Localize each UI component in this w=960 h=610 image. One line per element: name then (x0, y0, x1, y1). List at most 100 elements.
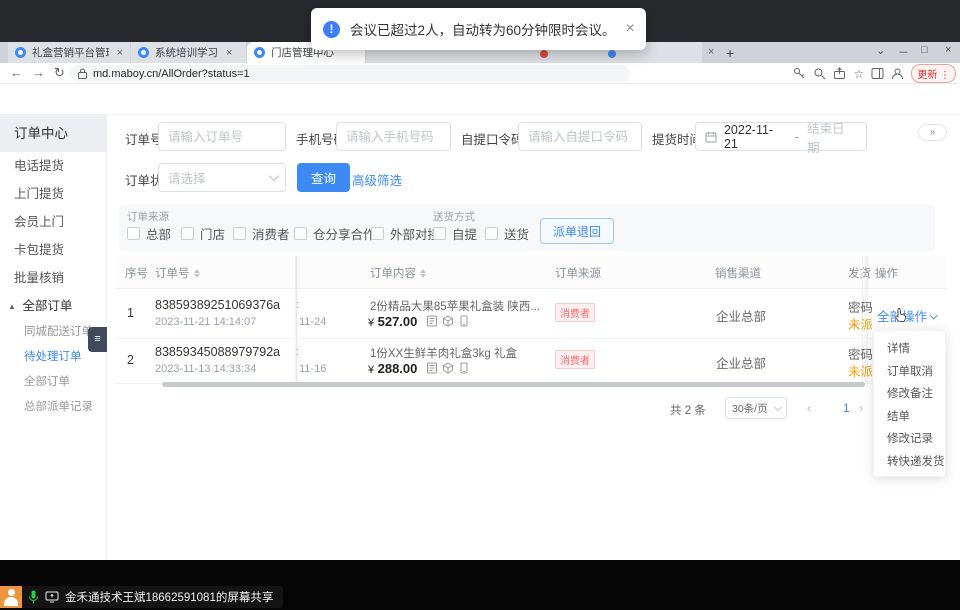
col-index: 序号 (125, 265, 148, 281)
group-collapse-arrow-icon: ▲ (8, 293, 16, 321)
all-actions-dropdown[interactable]: 全部操作 (877, 306, 936, 325)
side-panel-icon[interactable] (871, 67, 884, 80)
advanced-filter-link[interactable]: 高级筛选 (352, 170, 402, 189)
checkbox-icon[interactable] (127, 227, 140, 240)
cell-index: 1 (127, 306, 134, 320)
phone-input[interactable] (336, 122, 451, 151)
bookmark-star-icon[interactable]: ☆ (853, 67, 864, 81)
actions-dropdown-menu: 详情 订单取消 修改备注 结单 修改记录 转快递发货 (873, 330, 946, 477)
lock-icon (78, 68, 87, 79)
phone-icon[interactable] (458, 362, 470, 374)
receipt-icon[interactable] (426, 315, 438, 327)
window-menu-icon[interactable]: ⌄ (876, 44, 885, 57)
browser-tab-1[interactable]: 礼盒营销平台管理中心 × (8, 42, 130, 63)
checkbox-icon[interactable] (371, 227, 384, 240)
menu-item-edit-remark[interactable]: 修改备注 (874, 383, 945, 406)
chrome-update-button[interactable]: 更新 ⋮ (911, 64, 956, 83)
phone-icon[interactable] (458, 315, 470, 327)
sidebar-item-all-orders[interactable]: 全部订单 (0, 370, 106, 395)
url-text: md.maboy.cn/AllOrder?status=1 (93, 68, 250, 80)
sidebar: 订单中心 电话提货 上门提货 会员上门 卡包提货 批量核销 ▲ 全部订单 同城配… (0, 115, 107, 560)
checkbox-icon[interactable] (181, 227, 194, 240)
sidebar-item-member-visit[interactable]: 会员上门 (0, 208, 106, 236)
sidebar-item-door-pickup[interactable]: 上门提货 (0, 180, 106, 208)
pickup-code-input[interactable] (518, 122, 642, 151)
tab-favicon-dot (608, 50, 616, 58)
menu-item-cancel-order[interactable]: 订单取消 (874, 361, 945, 384)
checkbox-icon[interactable] (294, 227, 307, 240)
sidebar-item-phone-pickup[interactable]: 电话提货 (0, 152, 106, 180)
tab-close-icon[interactable]: × (117, 47, 123, 59)
col-order-no[interactable]: 订单号 (155, 265, 200, 281)
sidebar-item-cardbag-pickup[interactable]: 卡包提货 (0, 236, 106, 264)
filter-checkbox-panel: 订单来源 总部 门店 消费者 仓分享合作 外部对接 送货方式 自提 送货 派单退… (119, 205, 935, 251)
checkbox-store[interactable]: 门店 (181, 224, 225, 243)
search-button[interactable]: 查询 (297, 163, 350, 192)
window-minimize-button[interactable]: － (898, 44, 909, 60)
browser-tab-2[interactable]: 系统培训学习 × (131, 42, 246, 63)
order-status-select[interactable]: 请选择 (158, 163, 286, 192)
order-no-input[interactable] (158, 122, 286, 151)
col-content[interactable]: 订单内容 (370, 265, 426, 281)
sidebar-item-batch-verify[interactable]: 批量核销 (0, 264, 106, 292)
checkbox-hq[interactable]: 总部 (127, 224, 171, 243)
checkbox-self-pickup[interactable]: 自提 (433, 224, 477, 243)
table-row[interactable]: 2 83859345088979792a 2023-11-13 14:33:34… (115, 339, 947, 384)
badge-label: 消费者 (555, 303, 595, 322)
sort-icon[interactable] (194, 269, 200, 278)
toast-message: 会议已超过2人，自动转为60分钟限时会议。 (350, 19, 616, 39)
package-icon[interactable] (442, 315, 454, 327)
checkbox-deliver[interactable]: 送货 (485, 224, 529, 243)
new-tab-button[interactable]: + (726, 45, 734, 61)
toast-close-icon[interactable]: × (626, 20, 635, 38)
sidebar-section-order-center: 订单中心 (0, 115, 106, 152)
share-bar-text: 金禾通技术王斌18662591081的屏幕共享 (65, 589, 273, 605)
window-close-button[interactable]: × (945, 44, 951, 56)
current-page-number[interactable]: 1 (843, 401, 850, 415)
tab-close-icon[interactable]: × (226, 47, 232, 59)
col-delivery: 发货 (848, 265, 872, 281)
cell-pickup-date: 11-16 (299, 363, 326, 375)
reload-icon[interactable]: ↻ (54, 65, 65, 81)
checkbox-external[interactable]: 外部对接 (371, 224, 440, 243)
checkbox-warehouse-share[interactable]: 仓分享合作 (294, 224, 376, 243)
drawer-toggle-handle[interactable]: ≡ (88, 327, 107, 352)
package-icon[interactable] (442, 362, 454, 374)
page-size-select[interactable]: 30条/页 (725, 397, 787, 419)
receipt-icon[interactable] (426, 362, 438, 374)
window-maximize-button[interactable]: □ (921, 44, 928, 56)
cell-order-time: 2023-11-13 14:33:34 (155, 363, 256, 375)
menu-item-close-order[interactable]: 结单 (874, 406, 945, 429)
menu-item-to-express[interactable]: 转快递发货 (874, 451, 945, 474)
forward-icon[interactable]: → (32, 65, 45, 80)
prev-page-button[interactable]: ‹ (807, 401, 811, 415)
cell-price: ¥ 288.00 (368, 361, 470, 376)
dispatch-return-button[interactable]: 派单退回 (540, 218, 614, 244)
profile-icon[interactable] (891, 67, 904, 80)
checkbox-icon[interactable] (485, 227, 498, 240)
collapse-filters-button[interactable]: » (918, 124, 947, 141)
checkbox-label: 总部 (146, 224, 171, 243)
menu-item-edit-records[interactable]: 修改记录 (874, 428, 945, 451)
key-icon[interactable] (793, 67, 806, 80)
tab-close-icon[interactable]: × (708, 46, 714, 58)
next-page-button[interactable]: › (859, 401, 863, 415)
sidebar-item-hq-dispatch-records[interactable]: 总部派单记录 (0, 395, 106, 420)
zoom-icon[interactable] (813, 67, 826, 80)
checkbox-icon[interactable] (433, 227, 446, 240)
chevron-down-icon (774, 403, 782, 411)
checkbox-consumer[interactable]: 消费者 (233, 224, 290, 243)
date-range-picker[interactable]: 2022-11-21 - 结束日期 (695, 122, 867, 151)
cell-order-time: 2023-11-21 14:14:07 (155, 316, 256, 328)
horizontal-scrollbar-thumb[interactable] (162, 382, 865, 387)
cell-order-no: 83859389251069376a (155, 298, 280, 312)
sidebar-group-all-orders[interactable]: ▲ 全部订单 (0, 292, 106, 320)
share-icon[interactable] (833, 67, 846, 80)
back-icon[interactable]: ← (10, 65, 23, 80)
cell-pickup-clip-top: : (296, 299, 299, 311)
url-input[interactable]: md.maboy.cn/AllOrder?status=1 (70, 65, 630, 82)
table-row[interactable]: 1 83859389251069376a 2023-11-21 14:14:07… (115, 289, 947, 339)
checkbox-icon[interactable] (233, 227, 246, 240)
sort-icon[interactable] (420, 269, 426, 278)
menu-item-details[interactable]: 详情 (874, 338, 945, 361)
